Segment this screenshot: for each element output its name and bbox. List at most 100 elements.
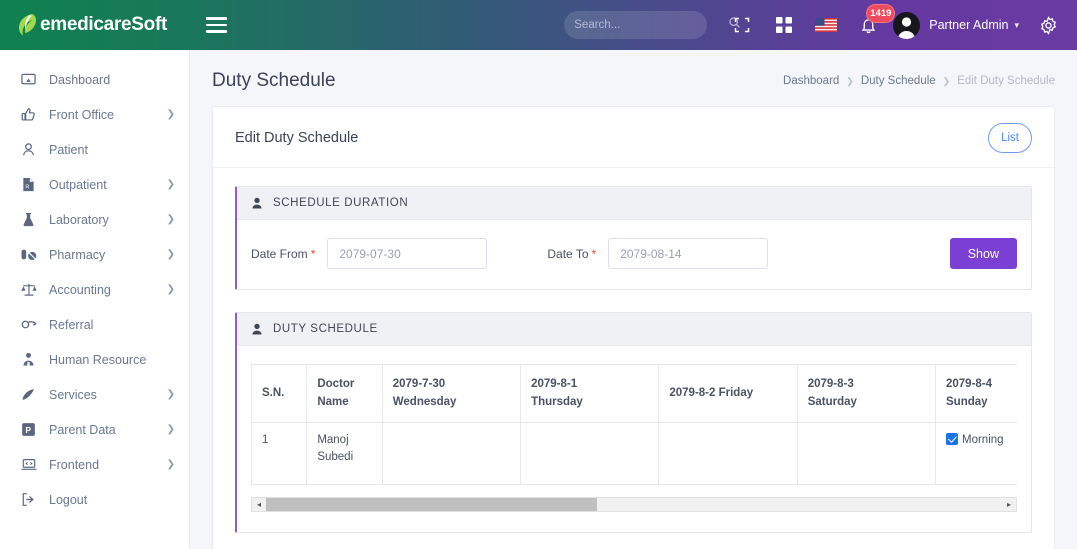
breadcrumb: Dashboard ❯ Duty Schedule ❯ Edit Duty Sc… bbox=[783, 75, 1055, 87]
page-title: Duty Schedule bbox=[212, 70, 336, 91]
chevron-right-icon: ❯ bbox=[166, 109, 175, 120]
user-avatar[interactable] bbox=[893, 11, 921, 39]
sidebar-label: Accounting bbox=[49, 282, 111, 297]
svg-text:P: P bbox=[25, 425, 31, 435]
date-from-label-text: Date From bbox=[251, 246, 308, 261]
chevron-down-icon[interactable]: ▾ bbox=[1014, 20, 1019, 31]
duty-schedule-panel: DUTY SCHEDULE S.N. Doctor Name 2079-7-30… bbox=[235, 312, 1032, 533]
date-range-form: Date From* Date To* Show bbox=[251, 238, 1017, 269]
duty-schedule-panel-header: DUTY SCHEDULE bbox=[237, 313, 1031, 346]
breadcrumb-item-dashboard[interactable]: Dashboard bbox=[783, 75, 839, 87]
cell-day-2[interactable] bbox=[520, 422, 660, 485]
horizontal-scrollbar[interactable]: ◂ ▸ bbox=[251, 497, 1017, 512]
dashboard-icon bbox=[20, 72, 37, 87]
sidebar-item-logout[interactable]: Logout bbox=[0, 482, 189, 517]
flask-icon bbox=[20, 212, 37, 227]
fullscreen-icon[interactable] bbox=[727, 0, 757, 50]
sidebar-label: Frontend bbox=[49, 457, 100, 472]
scroll-right-arrow-icon[interactable]: ▸ bbox=[1002, 500, 1016, 509]
referral-icon bbox=[20, 317, 37, 332]
cell-day-1[interactable] bbox=[381, 422, 522, 485]
cell-doctor-name: Manoj Subedi bbox=[306, 422, 383, 485]
sidebar-item-services[interactable]: Services ❯ bbox=[0, 377, 189, 412]
user-circle-icon bbox=[251, 197, 263, 209]
sidebar-item-front-office[interactable]: Front Office ❯ bbox=[0, 97, 189, 132]
sidebar-item-dashboard[interactable]: Dashboard bbox=[0, 62, 189, 97]
required-marker: * bbox=[310, 246, 316, 261]
logout-icon bbox=[20, 492, 37, 507]
scrollbar-track[interactable] bbox=[266, 498, 1002, 511]
cell-sn: 1 bbox=[251, 422, 308, 485]
sidebar-item-frontend[interactable]: Frontend ❯ bbox=[0, 447, 189, 482]
column-header-sn: S.N. bbox=[251, 364, 308, 423]
sidebar-item-human-resource[interactable]: Human Resource bbox=[0, 342, 189, 377]
grid-apps-icon[interactable] bbox=[769, 0, 799, 50]
column-header-day-1: 2079-7-30 Wednesday bbox=[381, 364, 522, 423]
header-line: Name bbox=[317, 395, 349, 408]
hamburger-icon[interactable] bbox=[196, 0, 236, 50]
column-header-day-5: 2079-8-4 Sunday bbox=[934, 364, 1017, 423]
gear-icon[interactable] bbox=[1033, 0, 1063, 50]
table-body: 1 Manoj Subedi Morning bbox=[251, 422, 1017, 485]
shift-checkbox-group[interactable]: Morning bbox=[946, 432, 1017, 449]
cell-day-4[interactable] bbox=[796, 422, 937, 485]
required-marker: * bbox=[591, 246, 597, 261]
date-from-input[interactable] bbox=[327, 238, 488, 269]
prescription-file-icon: R bbox=[20, 177, 37, 192]
sidebar-item-accounting[interactable]: Accounting ❯ bbox=[0, 272, 189, 307]
chevron-right-icon: ❯ bbox=[166, 179, 175, 190]
user-name-label[interactable]: Partner Admin bbox=[929, 18, 1008, 32]
cell-day-5[interactable]: Morning bbox=[934, 422, 1017, 485]
sidebar-label: Referral bbox=[49, 317, 94, 332]
search-box[interactable] bbox=[564, 11, 741, 39]
scroll-left-arrow-icon[interactable]: ◂ bbox=[252, 500, 266, 509]
sidebar-label: Patient bbox=[49, 142, 88, 157]
parent-data-icon: P bbox=[20, 422, 37, 437]
employee-icon bbox=[20, 352, 37, 367]
breadcrumb-separator-icon: ❯ bbox=[942, 75, 951, 86]
user-icon bbox=[20, 142, 37, 157]
sidebar-item-parent-data[interactable]: P Parent Data ❯ bbox=[0, 412, 189, 447]
show-button[interactable]: Show bbox=[949, 238, 1017, 269]
user-circle-icon bbox=[251, 323, 263, 335]
list-button[interactable]: List bbox=[988, 123, 1032, 153]
sidebar-item-referral[interactable]: Referral bbox=[0, 307, 189, 342]
morning-shift-checkbox[interactable] bbox=[946, 433, 958, 445]
sidebar-item-outpatient[interactable]: R Outpatient ❯ bbox=[0, 167, 189, 202]
us-flag-icon[interactable] bbox=[811, 0, 841, 50]
search-input[interactable] bbox=[574, 19, 729, 31]
column-header-day-2: 2079-8-1 Thursday bbox=[520, 364, 660, 423]
breadcrumb-separator-icon: ❯ bbox=[846, 75, 854, 86]
header-line: 2079-8-3 bbox=[807, 378, 854, 391]
column-header-day-3: 2079-8-2 Friday bbox=[658, 364, 798, 423]
breadcrumb-item-edit-duty-schedule: Edit Duty Schedule bbox=[957, 75, 1055, 87]
sidebar-navigation: Dashboard Front Office ❯ Patient R Outpa… bbox=[0, 50, 190, 549]
brand-name: emedicareSoft bbox=[40, 14, 168, 35]
sidebar-label: Pharmacy bbox=[49, 247, 106, 262]
header-line: 2079-7-30 bbox=[392, 378, 446, 391]
header-line: 2079-8-2 Friday bbox=[669, 386, 754, 399]
notification-bell[interactable]: 1419 bbox=[853, 0, 896, 50]
sidebar-item-patient[interactable]: Patient bbox=[0, 132, 189, 167]
date-to-label-text: Date To bbox=[547, 246, 589, 261]
header-line: S.N. bbox=[262, 386, 285, 399]
sidebar-item-pharmacy[interactable]: Pharmacy ❯ bbox=[0, 237, 189, 272]
date-to-input[interactable] bbox=[608, 238, 769, 269]
schedule-duration-panel: SCHEDULE DURATION Date From* Date To* bbox=[235, 186, 1032, 290]
svg-text:R: R bbox=[25, 184, 29, 190]
scrollbar-thumb[interactable] bbox=[266, 498, 598, 511]
chevron-right-icon: ❯ bbox=[166, 389, 175, 400]
header-line: 2079-8-1 bbox=[531, 378, 578, 391]
chevron-right-icon: ❯ bbox=[166, 214, 175, 225]
column-header-doctor-name: Doctor Name bbox=[306, 364, 383, 423]
sidebar-item-laboratory[interactable]: Laboratory ❯ bbox=[0, 202, 189, 237]
date-from-label: Date From * bbox=[251, 247, 315, 261]
breadcrumb-item-duty-schedule[interactable]: Duty Schedule bbox=[861, 75, 936, 87]
cell-day-3[interactable] bbox=[658, 422, 798, 485]
sidebar-label: Outpatient bbox=[49, 177, 107, 192]
duty-schedule-panel-title: DUTY SCHEDULE bbox=[273, 323, 378, 335]
table-head: S.N. Doctor Name 2079-7-30 Wednesday 207… bbox=[251, 364, 1017, 423]
card-header: Edit Duty Schedule List bbox=[213, 107, 1054, 168]
morning-shift-label: Morning bbox=[962, 434, 1004, 446]
brand-logo[interactable]: emedicareSoft bbox=[0, 0, 190, 50]
